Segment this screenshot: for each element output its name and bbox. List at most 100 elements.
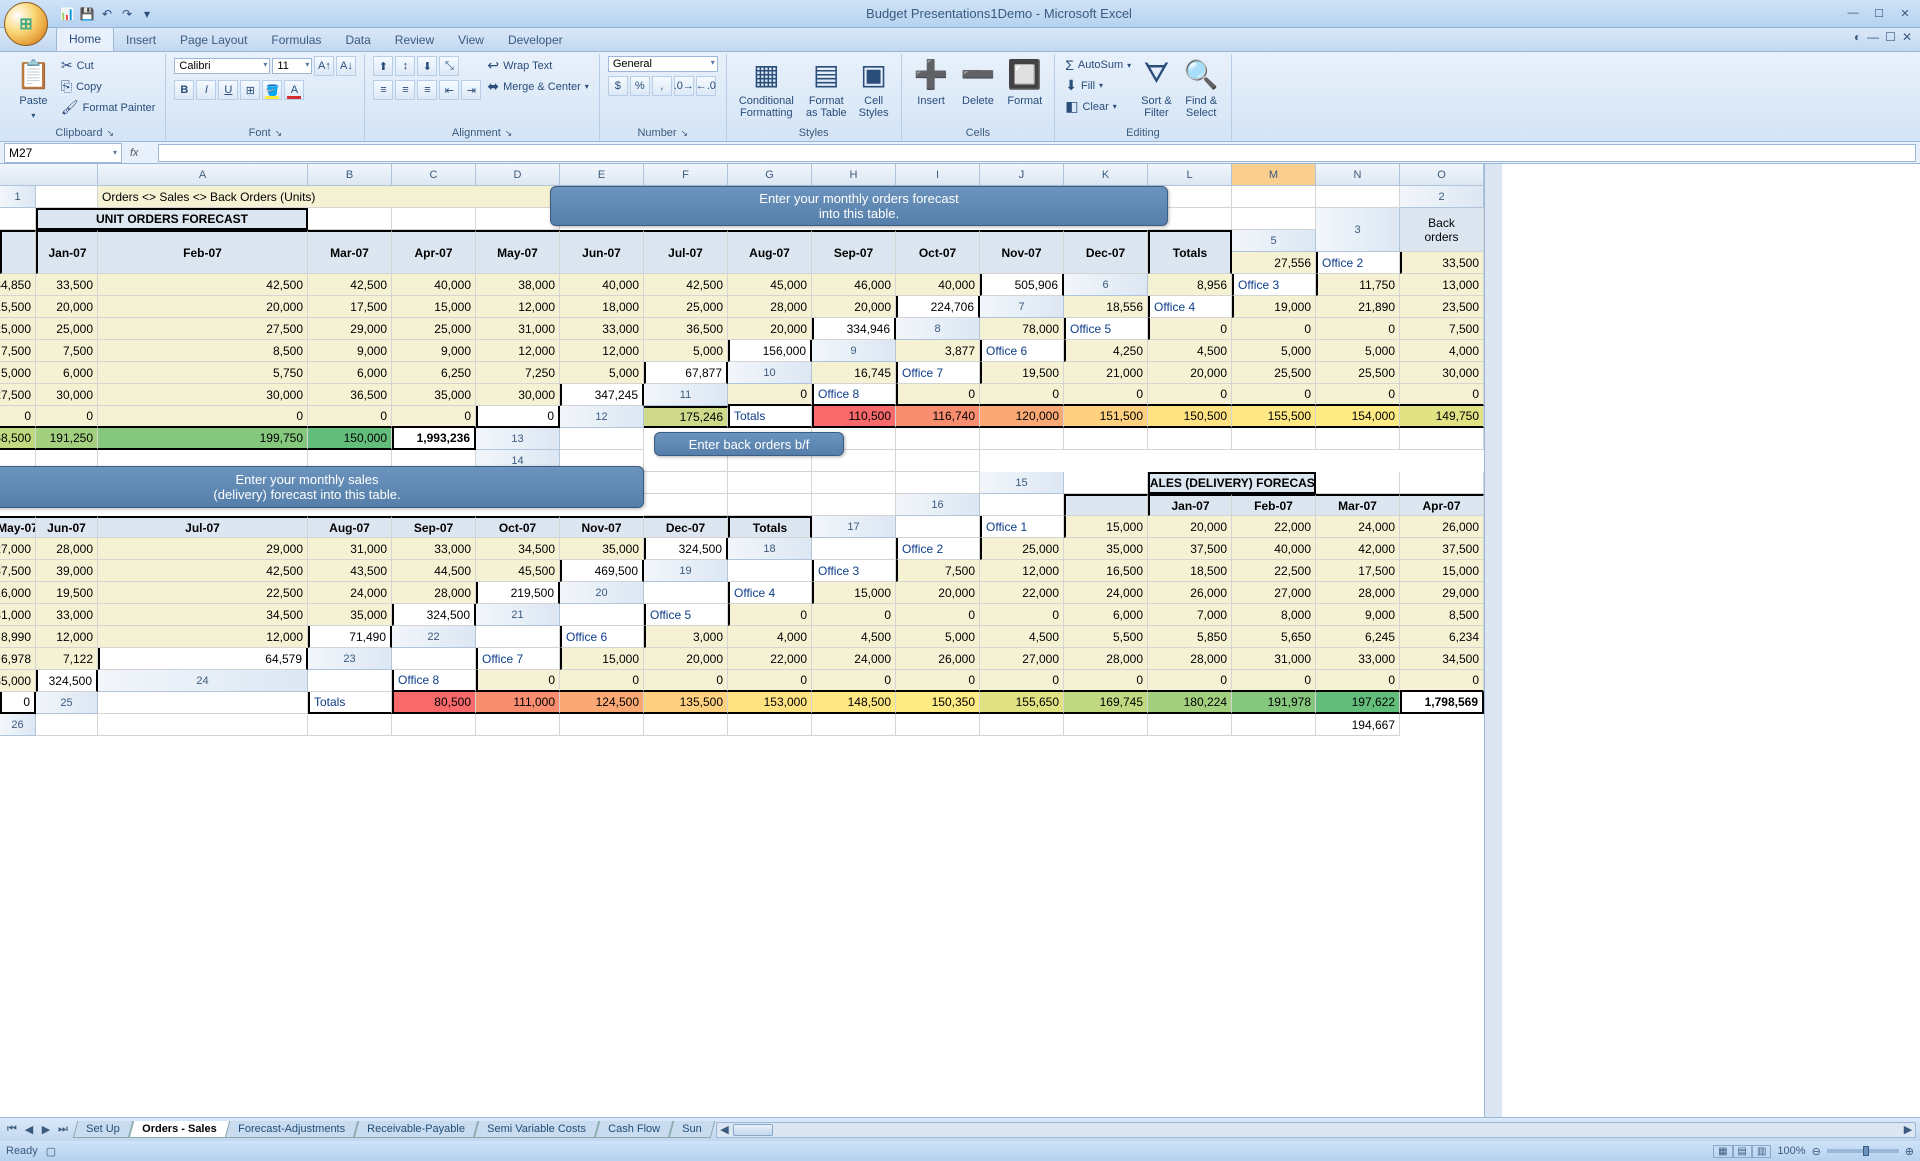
cell-sale-1-5[interactable]: 37,500 <box>1400 538 1484 560</box>
cell-B2[interactable]: UNIT ORDERS FORECAST <box>36 208 308 230</box>
cell-sale-7-2[interactable]: 0 <box>644 670 728 692</box>
cell-sale-3-2[interactable]: 22,000 <box>980 582 1064 604</box>
cell-sale-7-7[interactable]: 0 <box>1064 670 1148 692</box>
cell-sale-6-4[interactable]: 26,000 <box>896 648 980 670</box>
col-header-I[interactable]: I <box>896 164 980 186</box>
cell-sales-total-8[interactable]: 169,745 <box>1064 692 1148 714</box>
cell-sale-0-4[interactable]: 26,000 <box>1400 516 1484 538</box>
cell-sale-4-10[interactable]: 12,000 <box>36 626 98 648</box>
percent-button[interactable]: % <box>630 76 650 96</box>
bold-button[interactable]: B <box>174 80 194 100</box>
cell-sale-4-9[interactable]: 8,990 <box>0 626 36 648</box>
cell-sale-5-2[interactable]: 4,500 <box>812 626 896 648</box>
cell-order-3-4[interactable]: 25,000 <box>36 318 98 340</box>
cell-sale-4-6[interactable]: 8,000 <box>1232 604 1316 626</box>
cell-order-4-0[interactable]: 0 <box>1148 318 1232 340</box>
cell-order-5-5[interactable]: 5,000 <box>0 362 36 384</box>
cell-order-7-5[interactable]: 0 <box>1316 384 1400 406</box>
cell-sale-2-0[interactable]: 7,500 <box>896 560 980 582</box>
cell-month-4[interactable]: May-07 <box>476 230 560 274</box>
cell-sales-hdr[interactable]: SALES (DELIVERY) FORECAST <box>1148 472 1316 494</box>
cell-order-6-1[interactable]: 21,000 <box>1064 362 1148 384</box>
cell-smonth-8[interactable]: Sep-07 <box>392 516 476 538</box>
cell-sale-0-5[interactable]: 27,000 <box>0 538 36 560</box>
cell-sale-7-8[interactable]: 0 <box>1148 670 1232 692</box>
fx-icon[interactable]: fx <box>130 147 154 159</box>
vertical-scrollbar[interactable] <box>1484 164 1502 1117</box>
font-launcher-icon[interactable]: ↘ <box>275 128 283 139</box>
cell-orders-total-10[interactable]: 199,750 <box>98 428 308 450</box>
cell-order-1-12[interactable]: 505,906 <box>980 274 1064 296</box>
cell-sale-1-3[interactable]: 40,000 <box>1232 538 1316 560</box>
cell-sale-1-7[interactable]: 39,000 <box>36 560 98 582</box>
cell-order-3-2[interactable]: 23,500 <box>1400 296 1484 318</box>
cell-order-3-12[interactable]: 334,946 <box>812 318 896 340</box>
cell-order-2-5[interactable]: 17,500 <box>308 296 392 318</box>
cell-order-7-10[interactable]: 0 <box>308 406 392 428</box>
tab-view[interactable]: View <box>446 29 496 51</box>
cell-order-7-1[interactable]: 0 <box>980 384 1064 406</box>
cell-order-2-2[interactable]: 15,500 <box>0 296 36 318</box>
tab-formulas[interactable]: Formulas <box>259 29 333 51</box>
cell-sale-6-9[interactable]: 33,000 <box>1316 648 1400 670</box>
cell-backorder-7[interactable]: 0 <box>728 384 812 406</box>
alignment-launcher-icon[interactable]: ↘ <box>505 128 513 139</box>
select-all-cell[interactable] <box>0 164 98 186</box>
cell-order-7-8[interactable]: 0 <box>36 406 98 428</box>
cell-sale-6-7[interactable]: 28,000 <box>1148 648 1232 670</box>
cell-order-1-9[interactable]: 45,000 <box>728 274 812 296</box>
cell-sale-7-1[interactable]: 0 <box>560 670 644 692</box>
cell-order-1-6[interactable]: 38,000 <box>476 274 560 296</box>
cell-smonth-3[interactable]: Apr-07 <box>1400 494 1484 516</box>
cell-sale-5-1[interactable]: 4,000 <box>728 626 812 648</box>
cell[interactable] <box>812 714 896 736</box>
col-header-M[interactable]: M <box>1232 164 1316 186</box>
cell-sale-0-11[interactable]: 35,000 <box>560 538 644 560</box>
cell-orders-total-2[interactable]: 120,000 <box>980 406 1064 428</box>
cell-sale-3-11[interactable]: 35,000 <box>308 604 392 626</box>
cell[interactable] <box>1064 714 1148 736</box>
cell-sale-2-2[interactable]: 16,500 <box>1064 560 1148 582</box>
cell-month-8[interactable]: Sep-07 <box>812 230 896 274</box>
row-header-1[interactable]: 1 <box>0 186 36 208</box>
font-size-combo[interactable]: 11 <box>272 58 312 74</box>
cell-sale-2-1[interactable]: 12,000 <box>980 560 1064 582</box>
zoom-in-button[interactable]: ⊕ <box>1905 1145 1914 1158</box>
cell-orders-total-8[interactable]: 168,500 <box>0 428 36 450</box>
cell-order-6-2[interactable]: 20,000 <box>1148 362 1232 384</box>
cell-A13[interactable] <box>560 428 644 450</box>
cell-A23[interactable] <box>392 648 476 670</box>
cell-sale-7-11[interactable]: 0 <box>1400 670 1484 692</box>
cell-soffice-2[interactable]: Office 3 <box>812 560 896 582</box>
cell-sale-7-4[interactable]: 0 <box>812 670 896 692</box>
cell-sale-7-5[interactable]: 0 <box>896 670 980 692</box>
clipboard-launcher-icon[interactable]: ↘ <box>106 128 114 139</box>
cell-sale-5-7[interactable]: 5,650 <box>1232 626 1316 648</box>
format-cells-button[interactable]: 🔲Format <box>1003 56 1046 109</box>
cell-sale-7-10[interactable]: 0 <box>1316 670 1400 692</box>
cell-sale-1-8[interactable]: 42,500 <box>98 560 308 582</box>
cell-sale-1-2[interactable]: 37,500 <box>1148 538 1232 560</box>
cell[interactable] <box>980 714 1064 736</box>
cell-order-6-0[interactable]: 19,500 <box>980 362 1064 384</box>
cell-sale-3-5[interactable]: 27,000 <box>1232 582 1316 604</box>
cell-sale-6-10[interactable]: 34,500 <box>1400 648 1484 670</box>
tab-developer[interactable]: Developer <box>496 29 575 51</box>
delete-cells-button[interactable]: ➖Delete <box>956 56 999 109</box>
cell-sale-5-11[interactable]: 7,122 <box>36 648 98 670</box>
currency-button[interactable]: $ <box>608 76 628 96</box>
cell-order-7-3[interactable]: 0 <box>1148 384 1232 406</box>
cell-sale-7-6[interactable]: 0 <box>980 670 1064 692</box>
row-header-25[interactable]: 25 <box>36 692 98 714</box>
cell-order-2-11[interactable]: 20,000 <box>812 296 896 318</box>
cell-smonth-11[interactable]: Dec-07 <box>644 516 728 538</box>
cell-sales-total-3[interactable]: 135,500 <box>644 692 728 714</box>
cell-sale-0-1[interactable]: 20,000 <box>1148 516 1232 538</box>
cell-order-5-11[interactable]: 5,000 <box>560 362 644 384</box>
cell[interactable] <box>896 450 980 472</box>
cell-soffice-6[interactable]: Office 7 <box>476 648 560 670</box>
cell-order-4-2[interactable]: 0 <box>1316 318 1400 340</box>
cell-sale-6-1[interactable]: 20,000 <box>644 648 728 670</box>
cell-smonth-1[interactable]: Feb-07 <box>1232 494 1316 516</box>
cell[interactable] <box>812 494 896 516</box>
